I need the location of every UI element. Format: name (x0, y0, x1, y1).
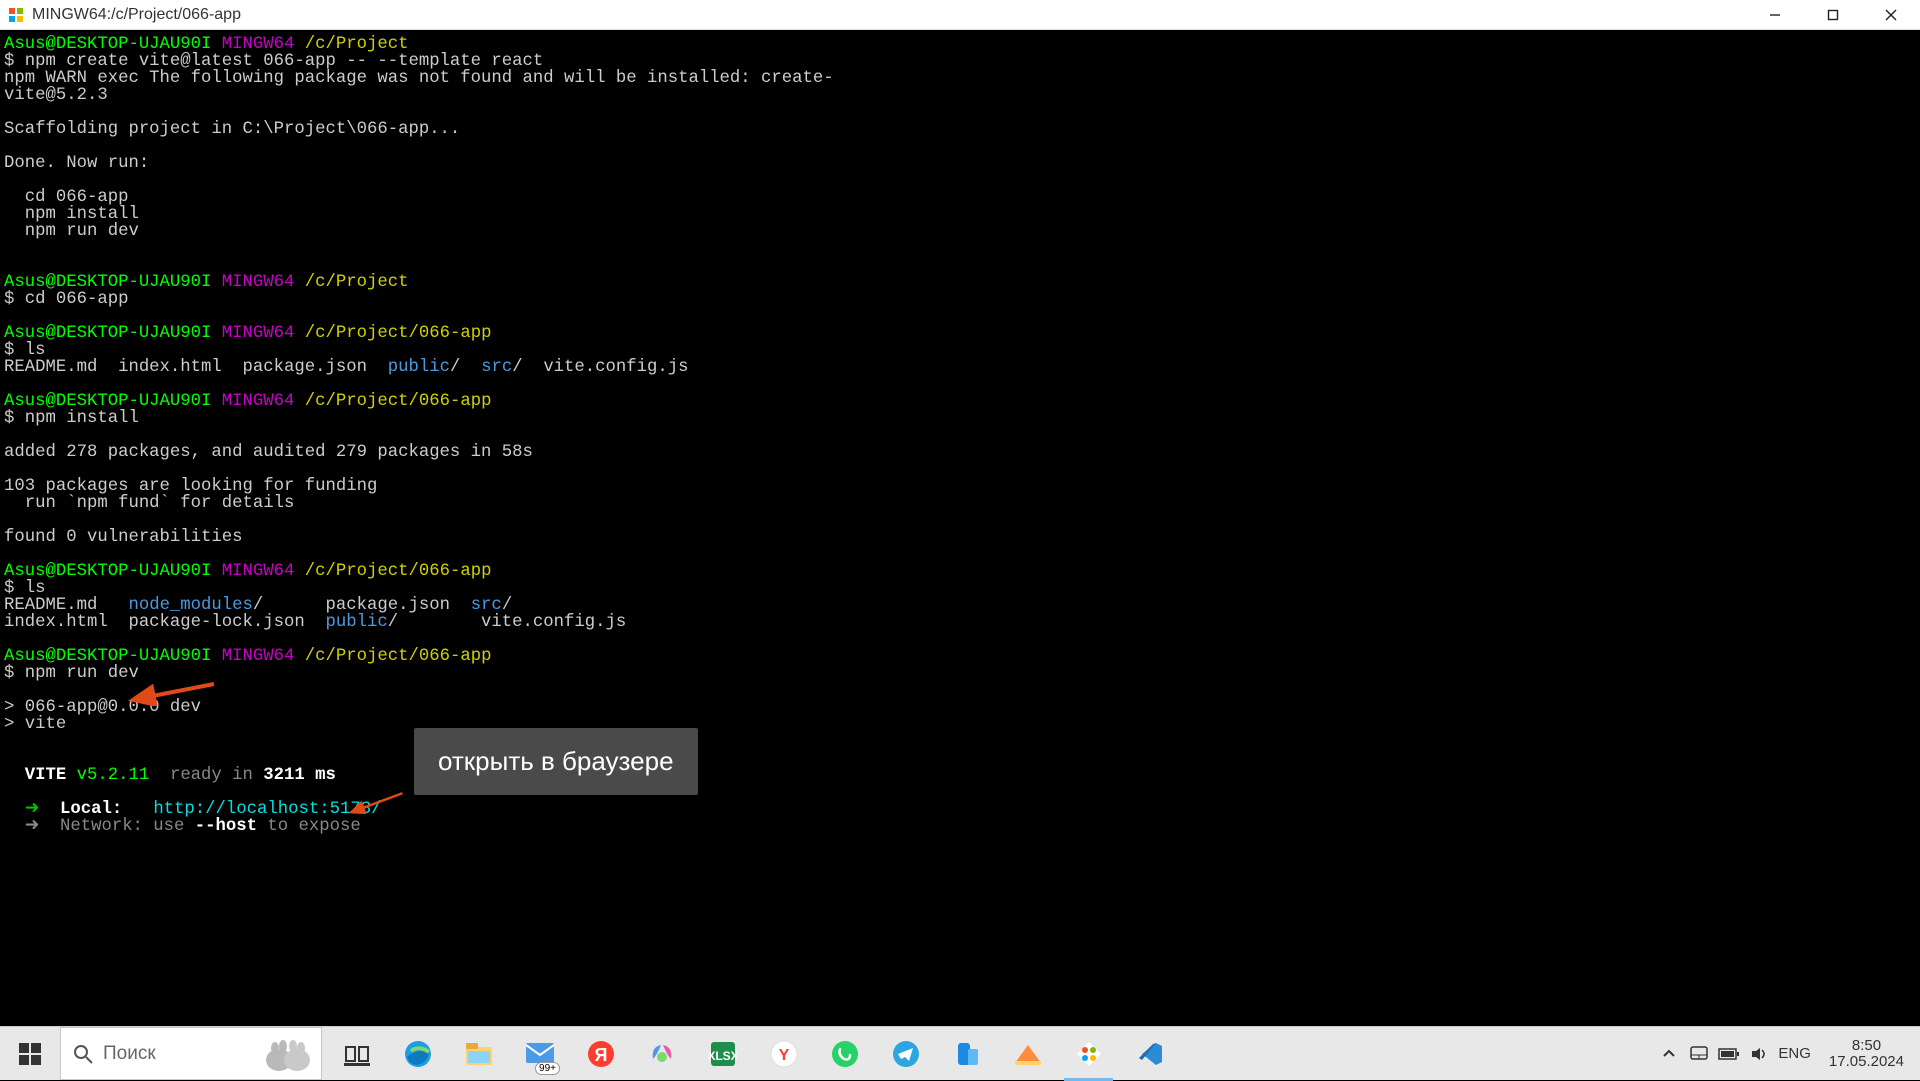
telegram-icon[interactable] (875, 1027, 936, 1081)
prompt-path: /c/Project (305, 273, 409, 292)
output-line: found 0 vulnerabilities (4, 528, 243, 547)
cmd-line: $ npm run dev (4, 664, 139, 683)
output-line: npm WARN exec The following package was … (4, 69, 834, 88)
network-label: Network: use (60, 817, 195, 836)
tray-battery-icon[interactable] (1718, 1043, 1740, 1065)
prompt-path: /c/Project/066-app (305, 324, 492, 343)
cmd-line: $ cd 066-app (4, 290, 128, 309)
phonelink-icon[interactable] (936, 1027, 997, 1081)
output-line: index.html package-lock.json (4, 613, 325, 632)
output-line: README.md index.html package.json (4, 358, 388, 377)
tray-chevron-up-icon[interactable] (1658, 1043, 1680, 1065)
excel-icon[interactable]: XLSX (692, 1027, 753, 1081)
dir-name: public (388, 358, 450, 377)
tray-volume-icon[interactable] (1748, 1043, 1770, 1065)
prompt-path: /c/Project/066-app (305, 647, 492, 666)
tray-clock[interactable]: 8:50 17.05.2024 (1819, 1038, 1914, 1070)
svg-text:Я: Я (594, 1045, 607, 1065)
taskbar-search[interactable]: Поиск (60, 1027, 322, 1080)
prompt-shell: MINGW64 (222, 392, 295, 411)
prompt-shell: MINGW64 (222, 647, 295, 666)
tray-lang[interactable]: ENG (1778, 1045, 1811, 1062)
git-bash-icon[interactable] (1058, 1027, 1119, 1081)
terminal-output[interactable]: Asus@DESKTOP-UJAU90I MINGW64 /c/Project … (0, 30, 1920, 1026)
output-line: run `npm fund` for details (4, 494, 294, 513)
start-button[interactable] (0, 1027, 60, 1081)
window-titlebar: MINGW64:/c/Project/066-app (0, 0, 1920, 30)
window-controls (1746, 0, 1920, 30)
prompt-path: /c/Project/066-app (305, 392, 492, 411)
tray-time: 8:50 (1829, 1038, 1904, 1054)
svg-text:XLSX: XLSX (709, 1049, 737, 1063)
task-view-button[interactable] (326, 1027, 387, 1081)
prompt-shell: MINGW64 (222, 562, 295, 581)
close-button[interactable] (1862, 0, 1920, 30)
output-line: Done. Now run: (4, 154, 149, 173)
search-placeholder: Поиск (103, 1043, 156, 1065)
output-line: vite@5.2.3 (4, 86, 108, 105)
tray-date: 17.05.2024 (1829, 1054, 1904, 1070)
arrow-icon: ➜ (4, 817, 60, 836)
output-line: added 278 packages, and audited 279 pack… (4, 443, 533, 462)
network-flag: --host (195, 817, 257, 836)
prompt-shell: MINGW64 (222, 273, 295, 292)
vite-name: VITE (25, 766, 66, 785)
mail-badge: 99+ (535, 1062, 560, 1075)
search-decoration-icon (261, 1034, 315, 1074)
output-line: Scaffolding project in C:\Project\066-ap… (4, 120, 460, 139)
edge-icon[interactable] (387, 1027, 448, 1081)
taskbar-pinned-apps: 99+ Я XLSX Y (326, 1027, 1180, 1081)
tray-touchpad-icon[interactable] (1688, 1043, 1710, 1065)
cmd-line: $ npm install (4, 409, 139, 428)
system-tray: ENG 8:50 17.05.2024 (1658, 1038, 1920, 1070)
vite-version: v5.2.11 (77, 766, 150, 785)
vite-ready-ms: 3211 ms (263, 766, 336, 785)
output-line: > vite (4, 715, 66, 734)
window-title: MINGW64:/c/Project/066-app (32, 6, 241, 24)
output-line: npm run dev (4, 222, 139, 241)
annotation-label: открыть в браузере (414, 728, 698, 795)
mail-icon[interactable]: 99+ (509, 1027, 570, 1081)
yandex-icon[interactable]: Я (570, 1027, 631, 1081)
explorer-icon[interactable] (448, 1027, 509, 1081)
svg-text:Y: Y (778, 1047, 789, 1064)
whatsapp-icon[interactable] (814, 1027, 875, 1081)
dir-name: public (325, 613, 387, 632)
prompt-path: /c/Project/066-app (305, 562, 492, 581)
yandex-browser-icon[interactable]: Y (753, 1027, 814, 1081)
dir-name: src (481, 358, 512, 377)
prompt-shell: MINGW64 (222, 324, 295, 343)
maximize-button[interactable] (1804, 0, 1862, 30)
search-icon (73, 1044, 93, 1064)
mingw-icon (8, 7, 24, 23)
app-orange-icon[interactable] (997, 1027, 1058, 1081)
copilot-icon[interactable] (631, 1027, 692, 1081)
vscode-icon[interactable] (1119, 1027, 1180, 1081)
taskbar: Поиск 99+ Я XLSX Y ENG 8:50 17.05.2024 (0, 1026, 1920, 1080)
minimize-button[interactable] (1746, 0, 1804, 30)
